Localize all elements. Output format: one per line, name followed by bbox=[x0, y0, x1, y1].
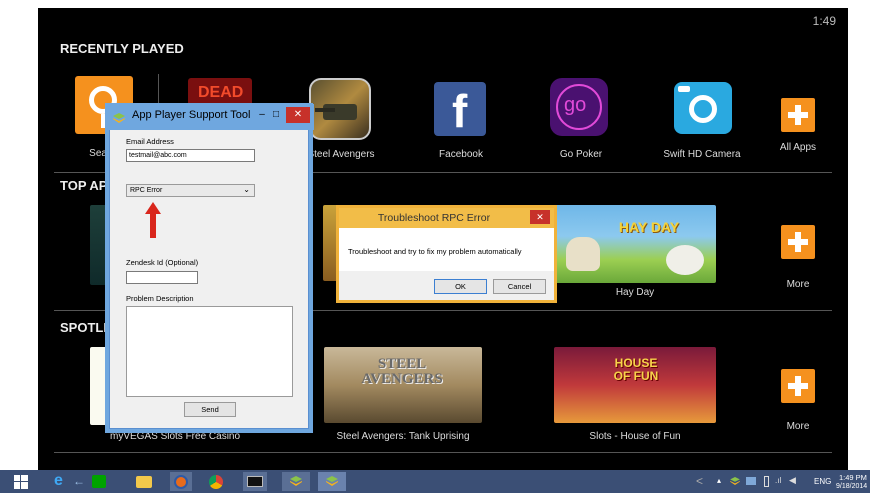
support-titlebar[interactable]: App Player Support Tool – □ ✕ bbox=[106, 104, 314, 130]
red-arrow-icon bbox=[145, 202, 161, 238]
app-label: More bbox=[786, 421, 810, 432]
command-prompt-icon[interactable] bbox=[243, 472, 267, 491]
app-label: Slots - House of Fun bbox=[589, 431, 681, 442]
dead-title: DEAD bbox=[198, 84, 244, 101]
app-player-icon bbox=[113, 110, 125, 123]
bluestacks-agent-icon[interactable] bbox=[318, 472, 346, 491]
spotlight-house-of-fun[interactable]: HOUSE OF FUN Slots - House of Fun bbox=[554, 347, 716, 447]
file-explorer-icon[interactable] bbox=[134, 472, 154, 491]
network-icon[interactable] bbox=[744, 472, 758, 491]
troubleshoot-dialog: Troubleshoot RPC Error ✕ Troubleshoot an… bbox=[336, 205, 557, 303]
zendesk-label: Zendesk Id (Optional) bbox=[126, 258, 199, 267]
zendesk-field[interactable] bbox=[126, 271, 198, 284]
issue-dropdown[interactable]: RPC Error ⌄ bbox=[126, 184, 255, 197]
app-label: myVEGAS Slots Free Casino bbox=[110, 431, 241, 442]
app-label: Steel Avengers bbox=[307, 149, 375, 160]
steel-avengers-banner: STEEL AVENGERS bbox=[324, 347, 482, 423]
email-label: Email Address bbox=[126, 137, 174, 146]
problem-label: Problem Description bbox=[126, 294, 194, 303]
problem-description-field[interactable] bbox=[126, 306, 293, 397]
back-arrow-icon[interactable]: ← bbox=[73, 472, 87, 491]
go-poker-icon: go bbox=[550, 78, 608, 136]
ok-button[interactable]: OK bbox=[434, 279, 487, 294]
app-tile-steel-avengers[interactable]: Steel Avengers bbox=[306, 78, 376, 168]
chrome-icon[interactable] bbox=[205, 472, 227, 491]
all-apps-button[interactable]: All Apps bbox=[768, 98, 828, 158]
plus-icon bbox=[781, 98, 815, 132]
volume-icon[interactable]: ◀ bbox=[788, 472, 800, 491]
app-label: Swift HD Camera bbox=[663, 149, 741, 160]
spotlight-more-button[interactable]: More bbox=[768, 369, 828, 439]
bluestacks-icon[interactable] bbox=[282, 472, 310, 491]
windows-taskbar: e ← < ▴ .ıl ◀ ENG 1:49 PM 9/18/2014 bbox=[0, 470, 870, 493]
camera-icon bbox=[674, 82, 732, 134]
hay-day-logo: HAY DAY bbox=[618, 219, 680, 235]
hay-day-banner: HAY DAY bbox=[554, 205, 716, 283]
spotlight-steel-avengers[interactable]: STEEL AVENGERS Steel Avengers: Tank Upri… bbox=[324, 347, 484, 447]
taskbar-date[interactable]: 9/18/2014 bbox=[836, 483, 867, 490]
share-icon[interactable]: < bbox=[694, 472, 710, 491]
chevron-down-icon: ⌄ bbox=[243, 185, 250, 194]
top-apps-more-button[interactable]: More bbox=[768, 225, 828, 295]
tank-icon bbox=[309, 78, 371, 140]
app-tile-swift-camera[interactable]: Swift HD Camera bbox=[662, 78, 742, 168]
app-label: All Apps bbox=[779, 142, 817, 153]
send-button[interactable]: Send bbox=[184, 402, 236, 417]
top-app-hay-day[interactable]: HAY DAY Hay Day bbox=[554, 205, 716, 305]
store-icon[interactable] bbox=[90, 472, 108, 491]
taskbar-time[interactable]: 1:49 PM bbox=[839, 473, 867, 482]
close-button[interactable]: ✕ bbox=[530, 210, 550, 224]
internet-explorer-icon[interactable]: e bbox=[52, 472, 72, 491]
house-of-fun-logo: HOUSE OF FUN bbox=[613, 356, 659, 383]
plus-icon bbox=[781, 369, 815, 403]
battery-icon[interactable] bbox=[762, 472, 772, 491]
email-field[interactable]: testmail@abc.com bbox=[126, 149, 255, 162]
facebook-icon: f bbox=[434, 82, 486, 136]
language-indicator[interactable]: ENG bbox=[814, 477, 831, 486]
steel-avengers-logo: STEEL AVENGERS bbox=[361, 356, 443, 387]
windows-start-icon[interactable] bbox=[14, 475, 28, 489]
app-label: Go Poker bbox=[559, 149, 603, 160]
section-recently-played: RECENTLY PLAYED bbox=[60, 41, 184, 56]
tray-bluestacks-icon[interactable] bbox=[730, 472, 742, 491]
app-label: Steel Avengers: Tank Uprising bbox=[336, 431, 470, 442]
house-of-fun-banner: HOUSE OF FUN bbox=[554, 347, 716, 423]
maximize-button[interactable]: □ bbox=[268, 108, 284, 122]
troubleshoot-titlebar[interactable]: Troubleshoot RPC Error ✕ bbox=[339, 208, 554, 228]
issue-dropdown-value: RPC Error bbox=[130, 187, 163, 194]
app-tile-go-poker[interactable]: go Go Poker bbox=[546, 78, 616, 168]
support-tool-window: App Player Support Tool – □ ✕ Email Addr… bbox=[106, 104, 314, 429]
troubleshoot-message: Troubleshoot and try to fix my problem a… bbox=[348, 247, 522, 256]
support-window-title: App Player Support Tool bbox=[132, 109, 251, 121]
app-tile-facebook[interactable]: f Facebook bbox=[426, 82, 496, 168]
status-clock: 1:49 bbox=[812, 14, 836, 28]
signal-icon[interactable]: .ıl bbox=[774, 472, 786, 491]
plus-icon bbox=[781, 225, 815, 259]
troubleshoot-title: Troubleshoot RPC Error bbox=[377, 212, 491, 224]
firefox-icon[interactable] bbox=[170, 472, 192, 491]
app-label: Hay Day bbox=[615, 287, 655, 298]
app-label: More bbox=[786, 279, 810, 290]
app-label: Facebook bbox=[439, 149, 483, 160]
divider bbox=[54, 452, 832, 453]
cancel-button[interactable]: Cancel bbox=[493, 279, 546, 294]
close-button[interactable]: ✕ bbox=[286, 107, 310, 123]
show-hidden-icons[interactable]: ▴ bbox=[716, 472, 726, 491]
screen: 1:49 RECENTLY PLAYED Search DEAD Steel A… bbox=[0, 0, 870, 493]
